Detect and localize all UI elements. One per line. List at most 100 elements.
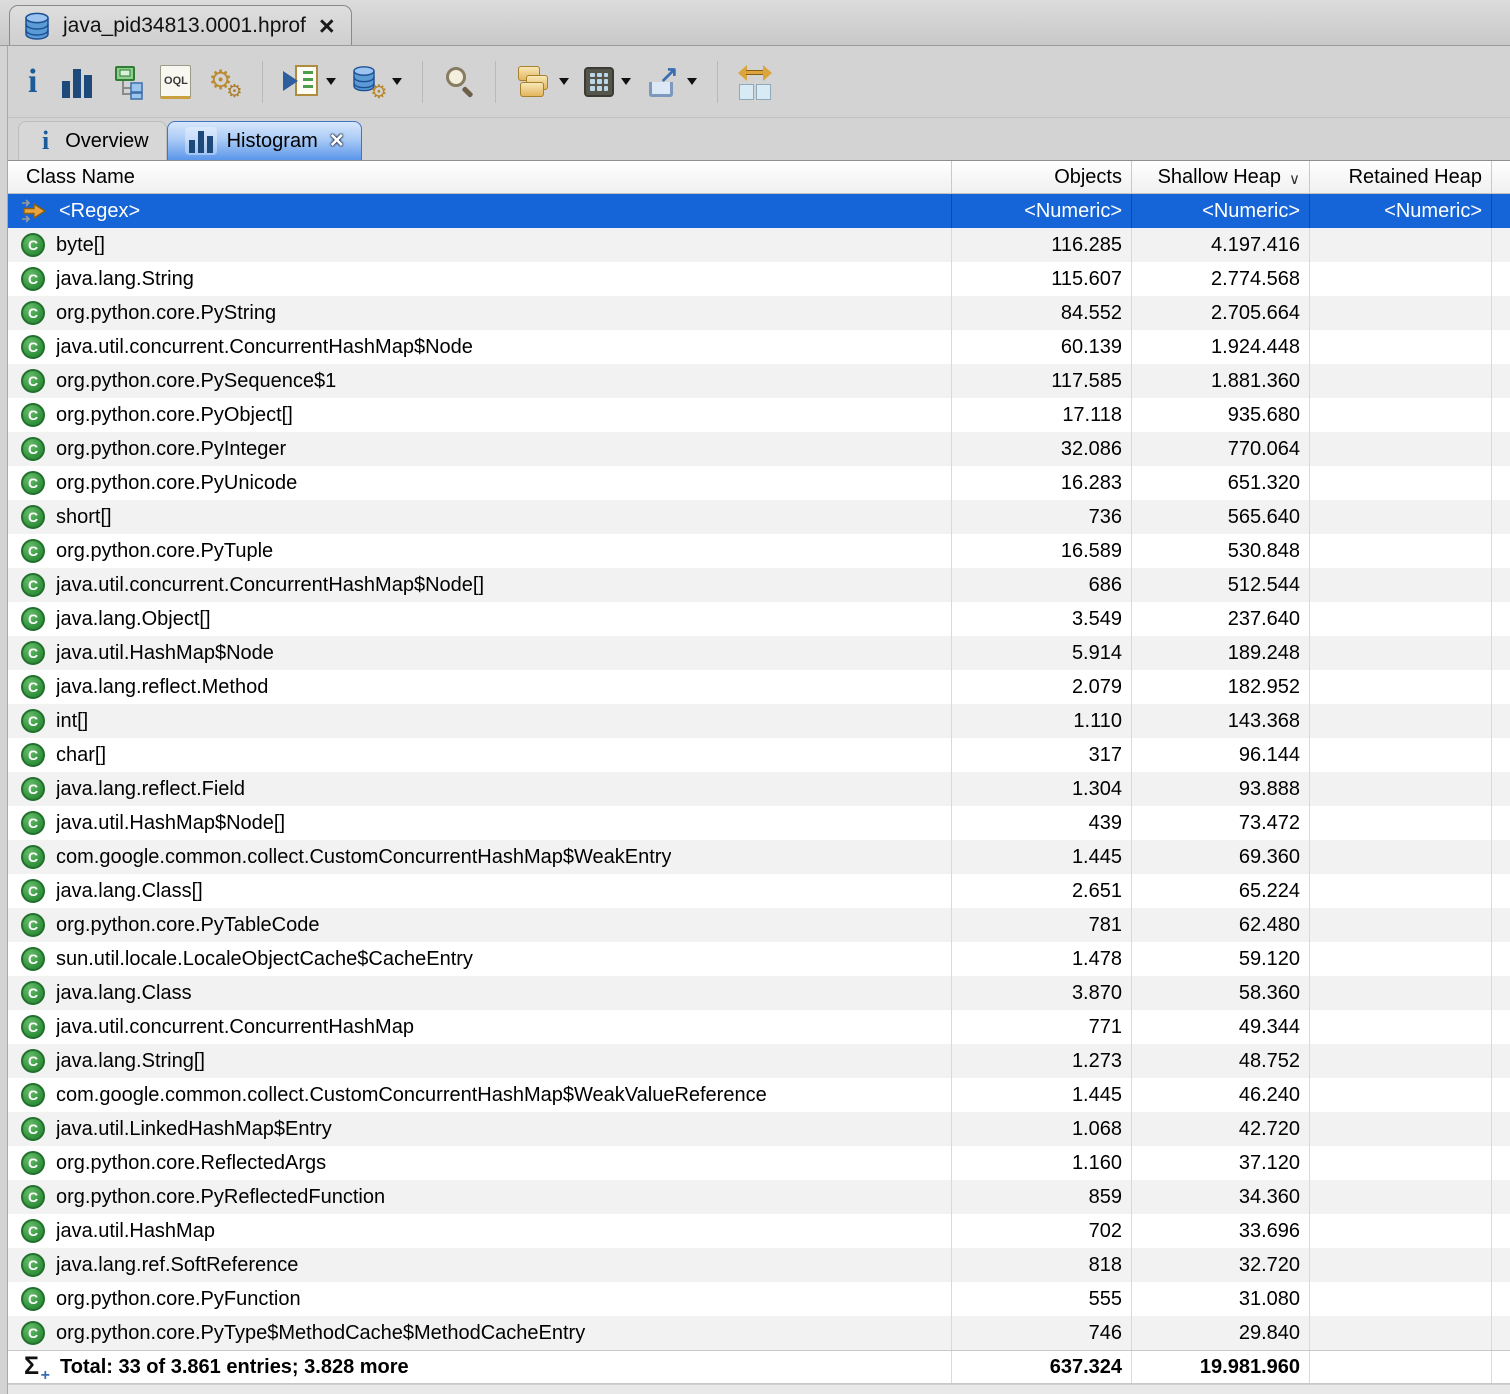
table-row[interactable]: Corg.python.core.PyObject[]17.118935.680 <box>8 398 1510 432</box>
regex-filter-input[interactable]: <Regex> <box>8 194 952 228</box>
row-filler <box>1492 1214 1510 1248</box>
class-icon: C <box>21 811 45 835</box>
retained-heap-filter-input[interactable]: <Numeric> <box>1310 194 1492 228</box>
shallow-heap-cell: 48.752 <box>1132 1044 1310 1078</box>
column-header-shallow-heap[interactable]: Shallow Heap ∨ <box>1132 161 1310 193</box>
objects-cell: 2.651 <box>952 874 1132 908</box>
total-row[interactable]: Σ+ Total: 33 of 3.861 entries; 3.828 mor… <box>8 1350 1510 1384</box>
row-filler <box>1492 1112 1510 1146</box>
class-icon: C <box>21 403 45 427</box>
class-name-cell: Cchar[] <box>8 738 952 772</box>
table-row[interactable]: Cjava.lang.Object[]3.549237.640 <box>8 602 1510 636</box>
objects-filter-input[interactable]: <Numeric> <box>952 194 1132 228</box>
group-result-button[interactable] <box>512 61 573 103</box>
class-icon: C <box>21 913 45 937</box>
class-icon: C <box>21 1015 45 1039</box>
search-button[interactable] <box>439 62 479 102</box>
table-row[interactable]: Cjava.util.concurrent.ConcurrentHashMap$… <box>8 330 1510 364</box>
table-row[interactable]: Corg.python.core.PyReflectedFunction8593… <box>8 1180 1510 1214</box>
retained-heap-cell <box>1310 1112 1492 1146</box>
histogram-button[interactable] <box>54 63 100 101</box>
retained-heap-cell <box>1310 772 1492 806</box>
row-filler <box>1492 466 1510 500</box>
table-row[interactable]: Cjava.lang.reflect.Field1.30493.888 <box>8 772 1510 806</box>
table-row[interactable]: Cjava.lang.Class[]2.65165.224 <box>8 874 1510 908</box>
row-filler <box>1492 1282 1510 1316</box>
objects-cell: 859 <box>952 1180 1132 1214</box>
filter-row[interactable]: <Regex> <Numeric> <Numeric> <Numeric> <box>8 194 1510 228</box>
table-row[interactable]: Cint[]1.110143.368 <box>8 704 1510 738</box>
gears-button[interactable]: ⚙⚙ <box>202 61 246 103</box>
shallow-heap-cell: 1.924.448 <box>1132 330 1310 364</box>
shallow-heap-cell: 58.360 <box>1132 976 1310 1010</box>
table-row[interactable]: Ccom.google.common.collect.CustomConcurr… <box>8 840 1510 874</box>
column-header-retained-heap[interactable]: Retained Heap <box>1310 161 1492 193</box>
class-name-label: org.python.core.PyTableCode <box>56 914 320 937</box>
row-filler <box>1492 908 1510 942</box>
table-row[interactable]: Cjava.util.HashMap$Node[]43973.472 <box>8 806 1510 840</box>
table-row[interactable]: Csun.util.locale.LocaleObjectCache$Cache… <box>8 942 1510 976</box>
table-row[interactable]: Corg.python.core.PyTableCode78162.480 <box>8 908 1510 942</box>
shallow-heap-cell: 189.248 <box>1132 636 1310 670</box>
column-header-objects[interactable]: Objects <box>952 161 1132 193</box>
table-row[interactable]: Corg.python.core.PyFunction55531.080 <box>8 1282 1510 1316</box>
shallow-heap-cell: 96.144 <box>1132 738 1310 772</box>
shallow-heap-filter-input[interactable]: <Numeric> <box>1132 194 1310 228</box>
class-name-cell: Corg.python.core.PyInteger <box>8 432 952 466</box>
close-icon[interactable]: × <box>330 131 344 151</box>
table-row[interactable]: Corg.python.core.PyUnicode16.283651.320 <box>8 466 1510 500</box>
editor-tab-title: java_pid34813.0001.hprof <box>63 14 306 38</box>
retained-heap-cell <box>1310 330 1492 364</box>
close-icon[interactable]: × <box>319 16 335 36</box>
table-row[interactable]: Cjava.util.concurrent.ConcurrentHashMap$… <box>8 568 1510 602</box>
objects-cell: 1.445 <box>952 840 1132 874</box>
calculator-button[interactable] <box>580 64 635 100</box>
table-row[interactable]: Cbyte[]116.2854.197.416 <box>8 228 1510 262</box>
table-row[interactable]: Corg.python.core.PySequence$1117.5851.88… <box>8 364 1510 398</box>
table-row[interactable]: Corg.python.core.PyString84.5522.705.664 <box>8 296 1510 330</box>
table-row[interactable]: Cjava.lang.reflect.Method2.079182.952 <box>8 670 1510 704</box>
table-row[interactable]: Cjava.lang.String[]1.27348.752 <box>8 1044 1510 1078</box>
table-row[interactable]: Cjava.util.LinkedHashMap$Entry1.06842.72… <box>8 1112 1510 1146</box>
table-row[interactable]: Ccom.google.common.collect.CustomConcurr… <box>8 1078 1510 1112</box>
expand-panes-button[interactable] <box>734 60 776 103</box>
table-row[interactable]: Cshort[]736565.640 <box>8 500 1510 534</box>
class-name-cell: Cjava.util.HashMap$Node[] <box>8 806 952 840</box>
shallow-heap-cell: 46.240 <box>1132 1078 1310 1112</box>
table-row[interactable]: Corg.python.core.PyType$MethodCache$Meth… <box>8 1316 1510 1350</box>
table-row[interactable]: Cchar[]31796.144 <box>8 738 1510 772</box>
class-name-label: char[] <box>56 744 106 767</box>
table-row[interactable]: Cjava.util.HashMap70233.696 <box>8 1214 1510 1248</box>
column-header-class-name[interactable]: Class Name <box>8 161 952 193</box>
class-name-label: java.lang.String[] <box>56 1050 205 1073</box>
table-row[interactable]: Cjava.lang.ref.SoftReference81832.720 <box>8 1248 1510 1282</box>
table-row[interactable]: Cjava.util.HashMap$Node5.914189.248 <box>8 636 1510 670</box>
run-expert-report-button[interactable] <box>279 61 340 103</box>
dominator-tree-button[interactable] <box>107 61 149 103</box>
class-name-label: org.python.core.PyString <box>56 302 276 325</box>
heap-actions-button[interactable]: ⚙ <box>347 61 406 103</box>
oql-button[interactable]: OQL <box>156 62 195 102</box>
shallow-heap-cell: 93.888 <box>1132 772 1310 806</box>
gears-icon: ⚙⚙ <box>206 64 242 100</box>
tab-overview[interactable]: i Overview <box>18 121 167 160</box>
retained-heap-cell <box>1310 398 1492 432</box>
tab-histogram[interactable]: Histogram × <box>167 121 362 160</box>
table-row[interactable]: Corg.python.core.PyInteger32.086770.064 <box>8 432 1510 466</box>
table-row[interactable]: Corg.python.core.PyTuple16.589530.848 <box>8 534 1510 568</box>
table-row[interactable]: Corg.python.core.ReflectedArgs1.16037.12… <box>8 1146 1510 1180</box>
class-icon: C <box>21 641 45 665</box>
info-icon: i <box>36 128 55 154</box>
table-row[interactable]: Cjava.lang.Class3.87058.360 <box>8 976 1510 1010</box>
shallow-heap-cell: 49.344 <box>1132 1010 1310 1044</box>
shallow-heap-cell: 182.952 <box>1132 670 1310 704</box>
class-name-label: java.util.HashMap <box>56 1220 215 1243</box>
info-button[interactable]: i <box>18 62 47 102</box>
class-name-cell: Cjava.util.concurrent.ConcurrentHashMap$… <box>8 330 952 364</box>
objects-cell: 16.589 <box>952 534 1132 568</box>
info-icon: i <box>22 65 43 99</box>
export-button[interactable]: ↗ <box>642 62 701 102</box>
table-row[interactable]: Cjava.util.concurrent.ConcurrentHashMap7… <box>8 1010 1510 1044</box>
table-row[interactable]: Cjava.lang.String115.6072.774.568 <box>8 262 1510 296</box>
editor-tab-heap-dump[interactable]: java_pid34813.0001.hprof × <box>9 5 352 45</box>
